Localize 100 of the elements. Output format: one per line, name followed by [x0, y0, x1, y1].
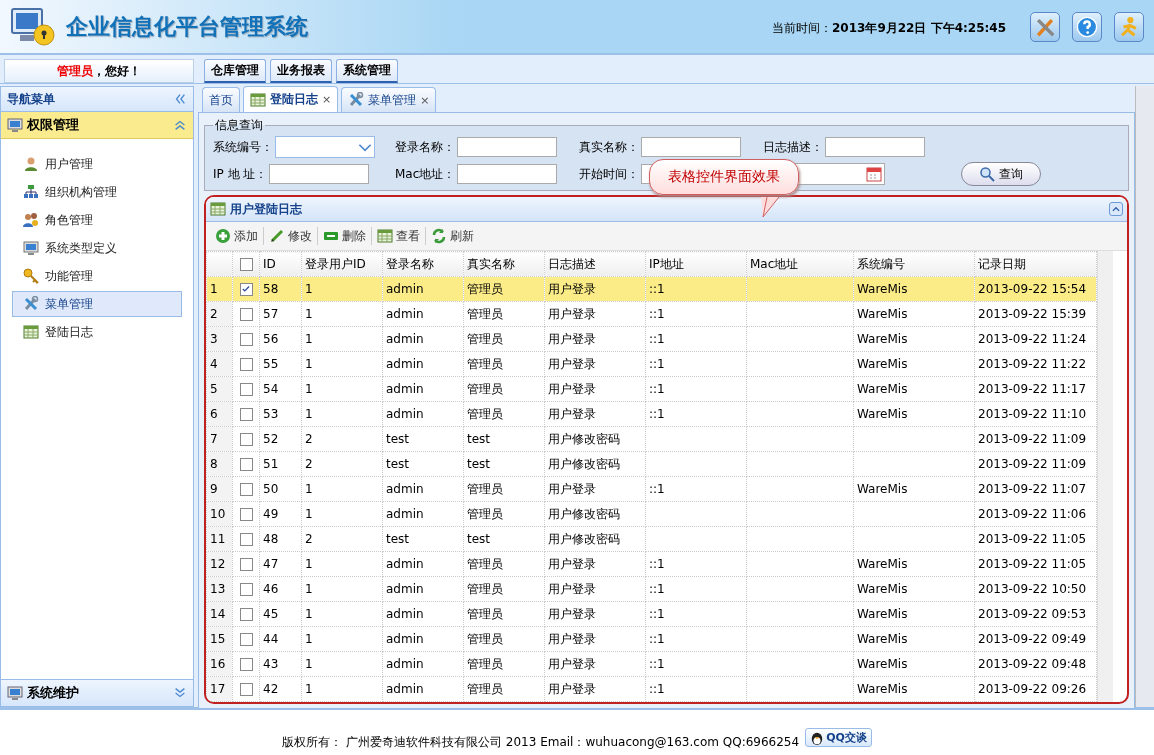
input-field[interactable] [457, 137, 557, 157]
row-checkbox[interactable] [239, 682, 253, 696]
sidebar-item[interactable]: 组织机构管理 [12, 179, 182, 205]
plus-icon [215, 228, 231, 244]
table-row[interactable]: 1 58 1 admin 管理员 用户登录 ::1 WareMis 2013-09-22 15:54 [206, 276, 1097, 302]
module-tab[interactable]: 系统管理 [336, 59, 398, 83]
column-header[interactable]: 登录名称 [382, 251, 464, 277]
settings-button[interactable] [1030, 11, 1060, 42]
row-checkbox[interactable] [239, 607, 253, 621]
table-cell: 用户登录 [544, 401, 646, 427]
toolbar-button[interactable]: 删除 [318, 227, 371, 245]
close-icon[interactable]: × [420, 93, 430, 107]
qq-chat-button[interactable]: QQ交谈 [805, 728, 872, 747]
table-row[interactable]: 15 44 1 admin 管理员 用户登录 ::1 WareMis 2013-09-22 09:49 [206, 626, 1097, 652]
row-checkbox[interactable] [239, 457, 253, 471]
module-tab[interactable]: 仓库管理 [204, 59, 266, 83]
column-header[interactable]: 系统编号 [853, 251, 975, 277]
table-row[interactable]: 9 50 1 admin 管理员 用户登录 ::1 WareMis 2013-09-22 11:07 [206, 476, 1097, 502]
table-row[interactable]: 11 48 2 test test 用户修改密码 2013-09-22 11:05 [206, 526, 1097, 552]
table-cell: test [382, 451, 464, 477]
table-row[interactable]: 5 54 1 admin 管理员 用户登录 ::1 WareMis 2013-09-22 11:17 [206, 376, 1097, 402]
table-cell: admin [382, 376, 464, 402]
table-row[interactable]: 16 43 1 admin 管理员 用户登录 ::1 WareMis 2013-09-22 09:48 [206, 651, 1097, 677]
copyright-text: 版权所有： 广州爱奇迪软件科技有限公司 2013 Email：wuhuacong@163.com QQ:6966254 [282, 734, 800, 751]
table-cell: 用户修改密码 [544, 526, 646, 552]
help-button[interactable] [1072, 11, 1102, 42]
scrollbar[interactable] [1097, 251, 1113, 702]
table-row[interactable]: 2 57 1 admin 管理员 用户登录 ::1 WareMis 2013-09-22 15:39 [206, 301, 1097, 327]
row-checkbox[interactable] [239, 582, 253, 596]
select-all-checkbox[interactable] [239, 257, 253, 271]
field-label: 登录名称： [395, 138, 455, 156]
row-checkbox[interactable] [239, 432, 253, 446]
column-header[interactable]: 日志描述 [544, 251, 646, 277]
table-row[interactable]: 6 53 1 admin 管理员 用户登录 ::1 WareMis 2013-09-22 11:10 [206, 401, 1097, 427]
column-header[interactable]: ID [259, 251, 302, 277]
toolbar-button[interactable]: 查看 [372, 227, 425, 245]
dropdown-field[interactable] [275, 136, 375, 158]
table-cell: WareMis [853, 476, 975, 502]
table-icon [250, 91, 266, 108]
table-row[interactable]: 10 49 1 admin 管理员 用户修改密码 2013-09-22 11:06 [206, 501, 1097, 527]
table-cell: 2 [301, 426, 383, 452]
content-tab[interactable]: 登陆日志 × [243, 86, 339, 112]
toolbar-button[interactable]: 添加 [210, 227, 263, 245]
row-checkbox[interactable] [239, 382, 253, 396]
search-button[interactable]: 查询 [961, 162, 1041, 186]
table-row[interactable]: 13 46 1 admin 管理员 用户登录 ::1 WareMis 2013-09-22 10:50 [206, 576, 1097, 602]
input-field[interactable] [269, 164, 370, 184]
table-cell: 用户登录 [544, 676, 646, 702]
check-icon [241, 284, 251, 294]
toolbar-button[interactable]: 修改 [264, 227, 317, 245]
table-row[interactable]: 17 42 1 admin 管理员 用户登录 ::1 WareMis 2013-09-22 09:26 [206, 676, 1097, 702]
table-row[interactable]: 8 51 2 test test 用户修改密码 2013-09-22 11:09 [206, 451, 1097, 477]
column-header[interactable]: IP地址 [645, 251, 747, 277]
module-tab[interactable]: 业务报表 [270, 59, 332, 83]
column-header[interactable]: 真实名称 [463, 251, 545, 277]
row-checkbox[interactable] [239, 332, 253, 346]
table-cell: 管理员 [463, 651, 545, 677]
row-checkbox[interactable] [239, 507, 253, 521]
sidebar-item[interactable]: 菜单管理 [12, 291, 182, 317]
column-header[interactable]: 记录日期 [974, 251, 1097, 277]
input-field[interactable] [825, 137, 925, 157]
table-row[interactable]: 7 52 2 test test 用户修改密码 2013-09-22 11:09 [206, 426, 1097, 452]
table-row[interactable]: 4 55 1 admin 管理员 用户登录 ::1 WareMis 2013-09-22 11:22 [206, 351, 1097, 377]
row-checkbox[interactable] [239, 632, 253, 646]
input-field[interactable] [457, 164, 558, 184]
row-checkbox[interactable] [239, 557, 253, 571]
row-checkbox[interactable] [239, 657, 253, 671]
menu-section-header[interactable]: 系统维护 [1, 679, 193, 706]
column-header[interactable]: Mac地址 [746, 251, 854, 277]
row-number: 1 [206, 276, 233, 302]
sidebar-item[interactable]: 角色管理 [12, 207, 182, 233]
table-cell: 用户登录 [544, 276, 646, 302]
logout-button[interactable] [1114, 11, 1144, 42]
table-cell: WareMis [853, 676, 975, 702]
scrollbar[interactable] [1135, 86, 1154, 707]
sidebar-item[interactable]: 登陆日志 [12, 319, 182, 345]
row-number: 5 [206, 376, 233, 402]
collapse-button[interactable] [1109, 202, 1123, 216]
menu-section-header[interactable]: 权限管理 [1, 112, 193, 139]
table-row[interactable]: 3 56 1 admin 管理员 用户登录 ::1 WareMis 2013-09-22 11:24 [206, 326, 1097, 352]
toolbar-button[interactable]: 刷新 [426, 227, 479, 245]
table-cell: 2013-09-22 11:05 [974, 526, 1097, 552]
sidebar-item[interactable]: 用户管理 [12, 151, 182, 177]
input-field[interactable] [641, 137, 741, 157]
sidebar-item[interactable]: 系统类型定义 [12, 235, 182, 261]
row-checkbox[interactable] [239, 482, 253, 496]
row-checkbox[interactable] [239, 407, 253, 421]
content-tab[interactable]: 首页 [202, 87, 240, 112]
row-checkbox[interactable] [239, 282, 253, 296]
close-icon[interactable]: × [322, 93, 332, 106]
content-tab[interactable]: 菜单管理 × [341, 87, 437, 112]
table-row[interactable]: 12 47 1 admin 管理员 用户登录 ::1 WareMis 2013-09-22 11:05 [206, 551, 1097, 577]
monitor-icon [23, 240, 39, 256]
column-header[interactable]: 登录用户ID [301, 251, 383, 277]
sidebar-item[interactable]: 功能管理 [12, 263, 182, 289]
table-cell: WareMis [853, 576, 975, 602]
row-checkbox[interactable] [239, 532, 253, 546]
table-row[interactable]: 14 45 1 admin 管理员 用户登录 ::1 WareMis 2013-09-22 09:53 [206, 601, 1097, 627]
row-checkbox[interactable] [239, 307, 253, 321]
row-checkbox[interactable] [239, 357, 253, 371]
